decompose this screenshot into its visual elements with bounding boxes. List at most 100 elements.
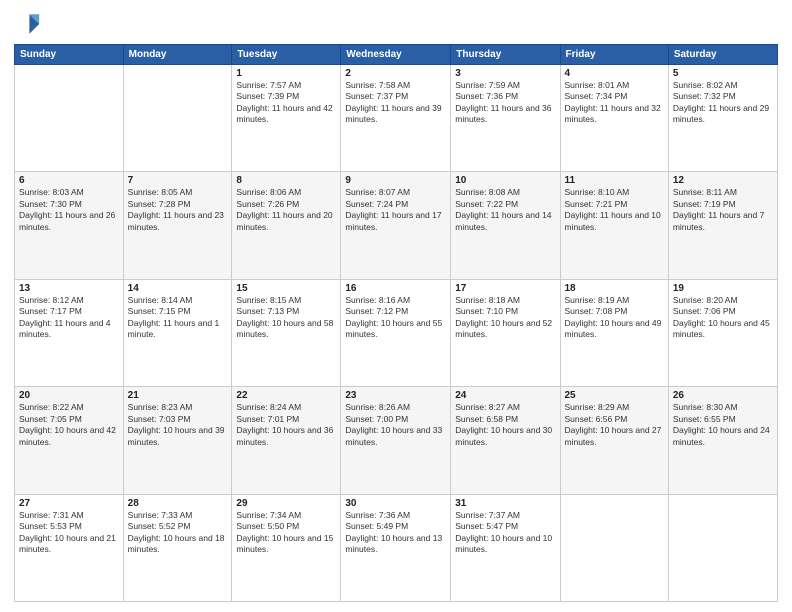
- calendar-cell: 4Sunrise: 8:01 AM Sunset: 7:34 PM Daylig…: [560, 65, 668, 172]
- calendar-cell: 31Sunrise: 7:37 AM Sunset: 5:47 PM Dayli…: [451, 494, 560, 601]
- calendar-cell: 29Sunrise: 7:34 AM Sunset: 5:50 PM Dayli…: [232, 494, 341, 601]
- day-info: Sunrise: 7:57 AM Sunset: 7:39 PM Dayligh…: [236, 80, 336, 126]
- day-info: Sunrise: 8:23 AM Sunset: 7:03 PM Dayligh…: [128, 402, 228, 448]
- day-header-thursday: Thursday: [451, 45, 560, 65]
- day-number: 10: [455, 175, 555, 186]
- calendar-cell: [123, 65, 232, 172]
- day-info: Sunrise: 8:08 AM Sunset: 7:22 PM Dayligh…: [455, 187, 555, 233]
- day-info: Sunrise: 7:33 AM Sunset: 5:52 PM Dayligh…: [128, 510, 228, 556]
- day-number: 28: [128, 498, 228, 509]
- calendar-cell: 10Sunrise: 8:08 AM Sunset: 7:22 PM Dayli…: [451, 172, 560, 279]
- day-number: 1: [236, 68, 336, 79]
- day-number: 14: [128, 283, 228, 294]
- day-info: Sunrise: 8:12 AM Sunset: 7:17 PM Dayligh…: [19, 295, 119, 341]
- day-info: Sunrise: 8:22 AM Sunset: 7:05 PM Dayligh…: [19, 402, 119, 448]
- day-info: Sunrise: 8:14 AM Sunset: 7:15 PM Dayligh…: [128, 295, 228, 341]
- day-number: 4: [565, 68, 664, 79]
- day-number: 27: [19, 498, 119, 509]
- logo-icon: [14, 10, 42, 38]
- calendar-cell: 1Sunrise: 7:57 AM Sunset: 7:39 PM Daylig…: [232, 65, 341, 172]
- day-number: 26: [673, 390, 773, 401]
- day-number: 16: [345, 283, 446, 294]
- calendar-cell: 26Sunrise: 8:30 AM Sunset: 6:55 PM Dayli…: [668, 387, 777, 494]
- calendar-cell: 18Sunrise: 8:19 AM Sunset: 7:08 PM Dayli…: [560, 279, 668, 386]
- day-info: Sunrise: 7:58 AM Sunset: 7:37 PM Dayligh…: [345, 80, 446, 126]
- calendar-week-5: 27Sunrise: 7:31 AM Sunset: 5:53 PM Dayli…: [15, 494, 778, 601]
- day-info: Sunrise: 7:31 AM Sunset: 5:53 PM Dayligh…: [19, 510, 119, 556]
- day-info: Sunrise: 8:24 AM Sunset: 7:01 PM Dayligh…: [236, 402, 336, 448]
- day-info: Sunrise: 7:34 AM Sunset: 5:50 PM Dayligh…: [236, 510, 336, 556]
- day-info: Sunrise: 8:18 AM Sunset: 7:10 PM Dayligh…: [455, 295, 555, 341]
- day-number: 20: [19, 390, 119, 401]
- day-info: Sunrise: 8:19 AM Sunset: 7:08 PM Dayligh…: [565, 295, 664, 341]
- day-number: 29: [236, 498, 336, 509]
- calendar-week-1: 1Sunrise: 7:57 AM Sunset: 7:39 PM Daylig…: [15, 65, 778, 172]
- day-header-wednesday: Wednesday: [341, 45, 451, 65]
- calendar-cell: 17Sunrise: 8:18 AM Sunset: 7:10 PM Dayli…: [451, 279, 560, 386]
- calendar-cell: [15, 65, 124, 172]
- calendar-header-row: SundayMondayTuesdayWednesdayThursdayFrid…: [15, 45, 778, 65]
- calendar-cell: 9Sunrise: 8:07 AM Sunset: 7:24 PM Daylig…: [341, 172, 451, 279]
- calendar-table: SundayMondayTuesdayWednesdayThursdayFrid…: [14, 44, 778, 602]
- day-number: 31: [455, 498, 555, 509]
- day-info: Sunrise: 7:36 AM Sunset: 5:49 PM Dayligh…: [345, 510, 446, 556]
- day-info: Sunrise: 8:06 AM Sunset: 7:26 PM Dayligh…: [236, 187, 336, 233]
- calendar-cell: 12Sunrise: 8:11 AM Sunset: 7:19 PM Dayli…: [668, 172, 777, 279]
- day-number: 6: [19, 175, 119, 186]
- day-info: Sunrise: 8:05 AM Sunset: 7:28 PM Dayligh…: [128, 187, 228, 233]
- calendar-cell: 16Sunrise: 8:16 AM Sunset: 7:12 PM Dayli…: [341, 279, 451, 386]
- calendar-cell: 2Sunrise: 7:58 AM Sunset: 7:37 PM Daylig…: [341, 65, 451, 172]
- day-number: 8: [236, 175, 336, 186]
- calendar-cell: 11Sunrise: 8:10 AM Sunset: 7:21 PM Dayli…: [560, 172, 668, 279]
- day-header-friday: Friday: [560, 45, 668, 65]
- day-number: 7: [128, 175, 228, 186]
- day-number: 12: [673, 175, 773, 186]
- day-info: Sunrise: 8:15 AM Sunset: 7:13 PM Dayligh…: [236, 295, 336, 341]
- day-number: 23: [345, 390, 446, 401]
- logo: [14, 10, 46, 38]
- day-info: Sunrise: 8:11 AM Sunset: 7:19 PM Dayligh…: [673, 187, 773, 233]
- day-info: Sunrise: 7:59 AM Sunset: 7:36 PM Dayligh…: [455, 80, 555, 126]
- day-number: 22: [236, 390, 336, 401]
- calendar-cell: 8Sunrise: 8:06 AM Sunset: 7:26 PM Daylig…: [232, 172, 341, 279]
- calendar-cell: [560, 494, 668, 601]
- calendar-cell: 30Sunrise: 7:36 AM Sunset: 5:49 PM Dayli…: [341, 494, 451, 601]
- calendar-cell: 22Sunrise: 8:24 AM Sunset: 7:01 PM Dayli…: [232, 387, 341, 494]
- calendar-cell: 27Sunrise: 7:31 AM Sunset: 5:53 PM Dayli…: [15, 494, 124, 601]
- calendar-cell: 25Sunrise: 8:29 AM Sunset: 6:56 PM Dayli…: [560, 387, 668, 494]
- day-number: 17: [455, 283, 555, 294]
- page: SundayMondayTuesdayWednesdayThursdayFrid…: [0, 0, 792, 612]
- day-number: 9: [345, 175, 446, 186]
- calendar-cell: 14Sunrise: 8:14 AM Sunset: 7:15 PM Dayli…: [123, 279, 232, 386]
- calendar-week-2: 6Sunrise: 8:03 AM Sunset: 7:30 PM Daylig…: [15, 172, 778, 279]
- calendar-cell: 21Sunrise: 8:23 AM Sunset: 7:03 PM Dayli…: [123, 387, 232, 494]
- calendar-cell: 19Sunrise: 8:20 AM Sunset: 7:06 PM Dayli…: [668, 279, 777, 386]
- day-number: 11: [565, 175, 664, 186]
- day-info: Sunrise: 8:16 AM Sunset: 7:12 PM Dayligh…: [345, 295, 446, 341]
- day-header-monday: Monday: [123, 45, 232, 65]
- day-number: 2: [345, 68, 446, 79]
- day-info: Sunrise: 7:37 AM Sunset: 5:47 PM Dayligh…: [455, 510, 555, 556]
- calendar-cell: 6Sunrise: 8:03 AM Sunset: 7:30 PM Daylig…: [15, 172, 124, 279]
- day-info: Sunrise: 8:26 AM Sunset: 7:00 PM Dayligh…: [345, 402, 446, 448]
- calendar-cell: 13Sunrise: 8:12 AM Sunset: 7:17 PM Dayli…: [15, 279, 124, 386]
- day-number: 18: [565, 283, 664, 294]
- day-info: Sunrise: 8:30 AM Sunset: 6:55 PM Dayligh…: [673, 402, 773, 448]
- day-header-saturday: Saturday: [668, 45, 777, 65]
- header: [14, 10, 778, 38]
- calendar-cell: [668, 494, 777, 601]
- calendar-week-4: 20Sunrise: 8:22 AM Sunset: 7:05 PM Dayli…: [15, 387, 778, 494]
- day-info: Sunrise: 8:27 AM Sunset: 6:58 PM Dayligh…: [455, 402, 555, 448]
- calendar-cell: 23Sunrise: 8:26 AM Sunset: 7:00 PM Dayli…: [341, 387, 451, 494]
- day-number: 30: [345, 498, 446, 509]
- day-info: Sunrise: 8:20 AM Sunset: 7:06 PM Dayligh…: [673, 295, 773, 341]
- calendar-week-3: 13Sunrise: 8:12 AM Sunset: 7:17 PM Dayli…: [15, 279, 778, 386]
- day-info: Sunrise: 8:29 AM Sunset: 6:56 PM Dayligh…: [565, 402, 664, 448]
- day-number: 21: [128, 390, 228, 401]
- day-number: 25: [565, 390, 664, 401]
- day-number: 5: [673, 68, 773, 79]
- calendar-cell: 15Sunrise: 8:15 AM Sunset: 7:13 PM Dayli…: [232, 279, 341, 386]
- calendar-cell: 5Sunrise: 8:02 AM Sunset: 7:32 PM Daylig…: [668, 65, 777, 172]
- day-number: 3: [455, 68, 555, 79]
- calendar-cell: 28Sunrise: 7:33 AM Sunset: 5:52 PM Dayli…: [123, 494, 232, 601]
